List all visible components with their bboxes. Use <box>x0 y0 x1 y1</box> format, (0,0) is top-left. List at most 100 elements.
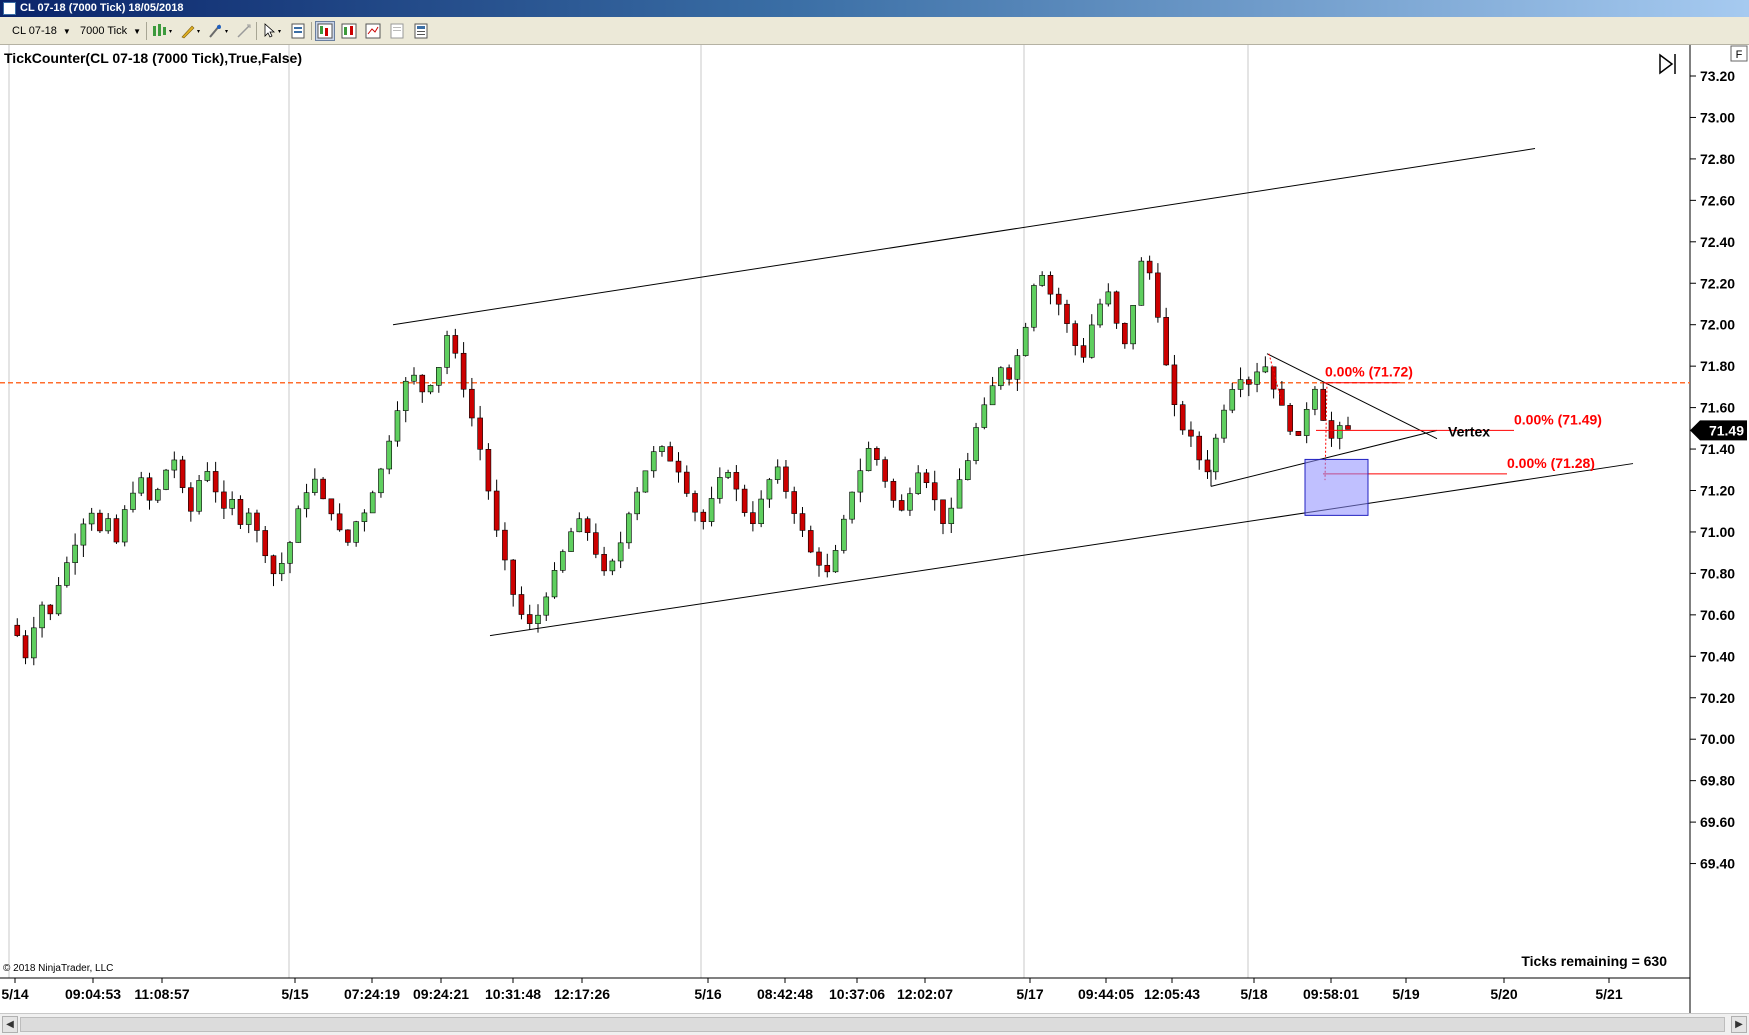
candle-up <box>956 479 963 509</box>
template-icon[interactable] <box>411 21 431 41</box>
draw-pencil-icon[interactable] <box>178 21 204 41</box>
candle-up <box>634 491 640 515</box>
x-tick-label: 5/17 <box>1016 986 1043 1002</box>
instrument-selector[interactable]: CL 07-18 ▼ <box>12 21 72 41</box>
candle-up <box>1237 379 1244 390</box>
candle-up <box>394 410 401 442</box>
chart-area[interactable]: 73.20 73.00 72.80 72.60 72.40 72.20 72.00 71.80… <box>0 45 1749 1013</box>
candle-up <box>626 513 632 544</box>
horizontal-scrollbar[interactable]: ◀ ▶ <box>0 1013 1749 1035</box>
drawing-objects <box>392 148 1634 637</box>
price-flag-text: F <box>1736 49 1743 61</box>
candle-down <box>1246 379 1252 385</box>
toolbar: CL 07-18 ▼ 7000 Tick ▼ <box>0 17 1749 45</box>
candle-down <box>47 604 54 615</box>
bar-type-icon[interactable] <box>150 21 176 41</box>
candle-up <box>642 470 649 493</box>
candle-up <box>989 385 996 406</box>
pointer-icon[interactable] <box>260 21 286 41</box>
candle-down <box>733 472 740 490</box>
rectangle-drawing[interactable] <box>1304 458 1369 516</box>
chart-style-icon[interactable] <box>339 21 359 41</box>
fib-label-71-72: 0.00% (71.72) <box>1325 364 1413 380</box>
candle-up <box>1262 366 1269 373</box>
candle-up <box>1212 437 1219 473</box>
play-to-end-icon[interactable] <box>1659 53 1676 75</box>
copyright-text: © 2018 NinjaTrader, LLC <box>3 963 113 974</box>
chevron-down-icon: ▼ <box>62 27 71 36</box>
candle-up <box>1105 291 1112 305</box>
candle-down <box>692 493 698 513</box>
candle-up <box>576 518 583 533</box>
y-tick-label: 73.20 <box>1700 68 1735 84</box>
candle-down <box>882 459 888 482</box>
price-flag-button[interactable]: F <box>1730 45 1748 62</box>
y-tick-label: 72.20 <box>1700 275 1735 291</box>
x-tick-label: 12:17:26 <box>554 986 610 1002</box>
candle-down <box>1155 272 1161 318</box>
candle-up <box>138 477 145 494</box>
candle-down <box>188 487 194 512</box>
channel-upper-line <box>392 148 1536 326</box>
candle-up <box>717 477 723 499</box>
strategy-icon[interactable] <box>363 21 383 41</box>
candle-down <box>179 459 186 488</box>
scroll-left-icon[interactable]: ◀ <box>2 1016 18 1033</box>
indicator-label: TickCounter(CL 07-18 (7000 Tick),True,Fa… <box>4 50 302 66</box>
candle-up <box>849 491 855 520</box>
candle-down <box>667 446 674 462</box>
scroll-thumb[interactable] <box>20 1017 1725 1032</box>
crosshair-icon[interactable] <box>206 21 232 41</box>
candle-down <box>1072 323 1079 346</box>
x-tick-label: 5/20 <box>1490 986 1517 1002</box>
y-tick-label: 69.60 <box>1700 814 1735 830</box>
x-tick-label: 5/21 <box>1595 986 1622 1002</box>
candle-down <box>493 490 500 531</box>
candle-up <box>535 614 541 624</box>
candle-down <box>1146 260 1153 274</box>
candle-down <box>750 512 756 525</box>
y-tick-label: 70.60 <box>1700 607 1735 623</box>
candle-up <box>981 404 988 428</box>
interval-selector[interactable]: 7000 Tick ▼ <box>80 21 142 41</box>
candle-down <box>874 448 880 460</box>
candle-up <box>832 550 839 573</box>
blank-page-icon[interactable] <box>387 21 407 41</box>
data-box-icon[interactable] <box>315 21 335 41</box>
pan-icon[interactable] <box>234 21 254 41</box>
candle-up <box>402 380 409 411</box>
candle-up <box>30 627 37 659</box>
vertical-grid <box>8 45 1249 978</box>
properties-icon[interactable] <box>288 21 308 41</box>
candle-down <box>452 335 459 354</box>
candle-down <box>799 513 806 531</box>
scroll-right-icon[interactable]: ▶ <box>1731 1016 1747 1033</box>
y-tick-label: 69.40 <box>1700 856 1735 872</box>
y-tick-label: 72.60 <box>1700 192 1735 208</box>
candle-up <box>865 448 872 472</box>
last-price-value: 71.49 <box>1709 422 1744 438</box>
candle-up <box>551 570 558 598</box>
y-tick-label: 73.00 <box>1700 109 1735 125</box>
window-title: CL 07-18 (7000 Tick) 18/05/2018 <box>20 2 184 14</box>
candle-down <box>1179 404 1186 431</box>
candle-up <box>154 489 161 501</box>
candle-down <box>510 559 516 595</box>
candlestick-series <box>14 255 1351 666</box>
candle-down <box>741 488 748 513</box>
candle-up <box>229 499 235 509</box>
chevron-down-icon: ▼ <box>133 27 142 36</box>
y-tick-label: 71.00 <box>1700 524 1735 540</box>
candle-up <box>245 512 252 525</box>
y-tick-label: 70.80 <box>1700 565 1735 581</box>
price-axis: 73.20 73.00 72.80 72.60 72.40 72.20 72.00 71.80… <box>1690 68 1735 872</box>
candle-down <box>254 512 260 531</box>
last-price-marker: 71.49 <box>1690 420 1747 441</box>
candle-up <box>1138 260 1145 306</box>
candle-up <box>353 521 359 543</box>
toolbar-divider <box>311 22 312 40</box>
candle-up <box>758 498 764 525</box>
fib-label-71-28: 0.00% (71.28) <box>1507 455 1595 471</box>
candle-up <box>841 518 847 551</box>
x-tick-label: 5/19 <box>1392 986 1419 1002</box>
